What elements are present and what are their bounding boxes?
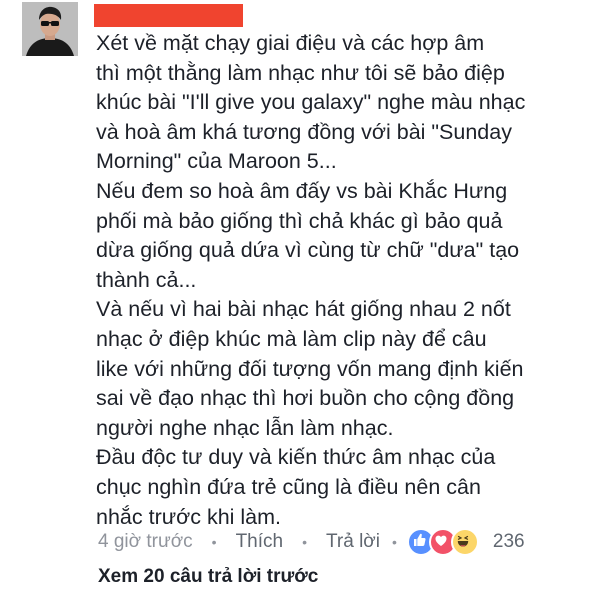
meta-separator: •: [392, 534, 397, 550]
comment-line: sai về đạo nhạc thì hơi buồn cho cộng đồ…: [96, 386, 515, 411]
comment-line: khúc bài "I'll give you galaxy" nghe màu…: [96, 90, 526, 115]
comment-line: thành cả...: [96, 267, 197, 292]
comment-line: Nếu đem so hoà âm đấy vs bài Khắc Hưng: [96, 178, 508, 203]
comment-line: Morning" của Maroon 5...: [96, 149, 337, 174]
view-previous-replies-link[interactable]: Xem 20 câu trả lời trước: [98, 566, 318, 588]
author-name-redacted[interactable]: [94, 4, 243, 27]
comment-meta-row: 4 giờ trước • Thích • Trả lời • 236: [98, 527, 525, 557]
comment-line: phối mà bảo giống thì chả khác gì bảo qu…: [96, 208, 503, 233]
reply-button[interactable]: Trả lời: [326, 531, 380, 553]
meta-separator: •: [211, 534, 217, 550]
comment-line: Đầu độc tư duy và kiến thức âm nhạc của: [96, 445, 496, 470]
comment-line: Và nếu vì hai bài nhạc hát giống nhau 2 …: [96, 297, 511, 322]
comment-timestamp[interactable]: 4 giờ trước: [98, 531, 193, 553]
comment-line: Xét về mặt chạy giai điệu và các hợp âm: [96, 31, 485, 55]
avatar-photo: [22, 2, 78, 56]
reaction-count: 236: [492, 531, 525, 552]
meta-separator: •: [302, 534, 308, 550]
comment-body: Xét về mặt chạy giai điệu và các hợp âm …: [96, 29, 596, 532]
comment-line: người nghe nhạc lẫn làm nhạc.: [96, 415, 394, 440]
comment-line: và hoà âm khá tương đồng với bài "Sunday: [96, 119, 512, 144]
comment-line: chục nghìn đứa trẻ cũng là điều nên cân: [96, 474, 481, 499]
comment-line: nhạc ở điệp khúc mà làm clip này để câu: [96, 326, 487, 351]
comment-line: like với những đối tượng vốn mang định k…: [96, 356, 524, 381]
haha-icon: [450, 528, 479, 556]
avatar[interactable]: [22, 2, 78, 56]
reactions-summary[interactable]: 236: [406, 528, 525, 556]
like-button[interactable]: Thích: [236, 531, 284, 553]
comment-line: dừa giống quả dứa vì cùng từ chữ "dưa" t…: [96, 238, 520, 263]
comment-line: thì một thằng làm nhạc như tôi sẽ bảo đi…: [96, 60, 505, 85]
